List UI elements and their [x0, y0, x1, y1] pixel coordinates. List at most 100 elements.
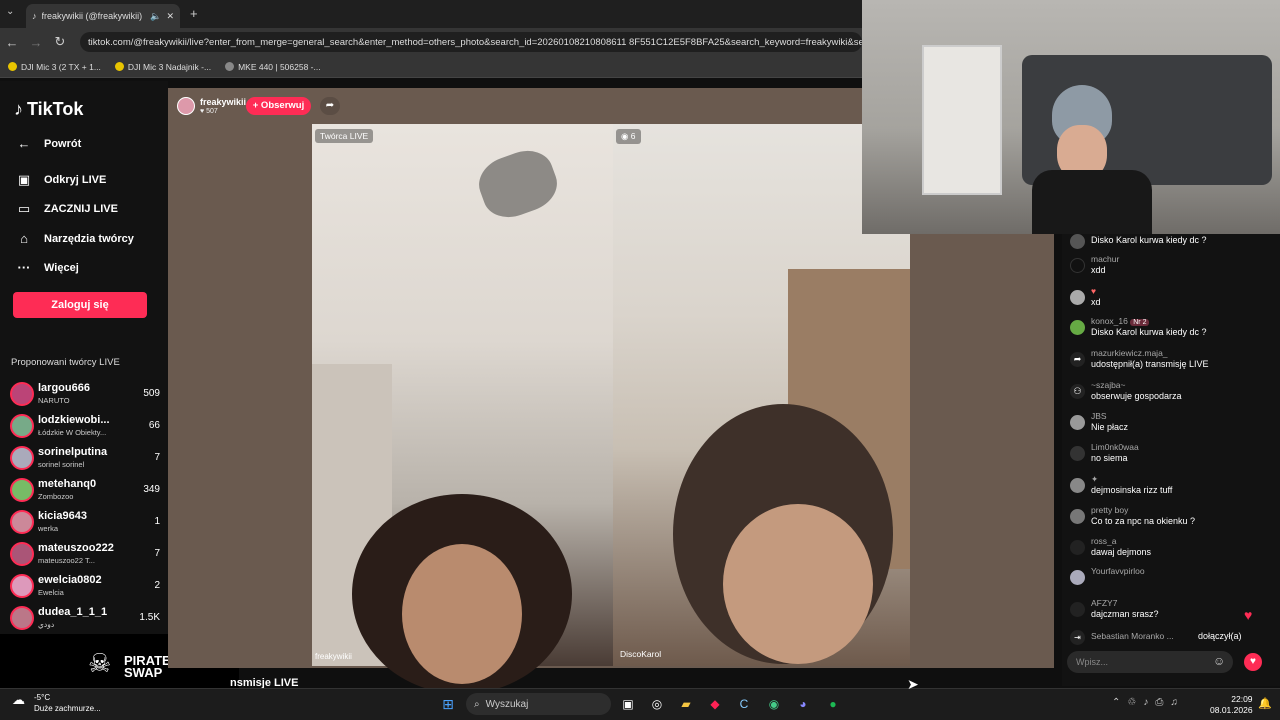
spotify-icon[interactable]: ● — [823, 694, 843, 714]
username[interactable]: Yourfavvpirloo — [1091, 566, 1145, 576]
back-button[interactable]: ← Powrót — [16, 136, 82, 151]
tiktok-logo[interactable]: ♪ TikTok — [14, 99, 83, 120]
username[interactable]: pretty boy — [1091, 505, 1128, 515]
bookmark-2[interactable]: DJI Mic 3 Nadajnik -... — [114, 62, 211, 72]
nav-start-live[interactable]: ▭ ZACZNIJ LIVE — [16, 201, 118, 217]
heart-icon: ♥ — [1244, 607, 1253, 623]
chat-input[interactable]: Wpisz... — [1067, 651, 1233, 673]
creator-row[interactable]: dudea_1_1_1 دودي 1.5K — [10, 604, 160, 636]
avatar — [10, 574, 34, 598]
chat-message: AFZY7 dajczman srasz? — [1070, 598, 1270, 624]
bookmark-3[interactable]: MKE 440 | 506258 -... — [225, 62, 321, 72]
avatar — [10, 446, 34, 470]
message-text: obserwuje gospodarza — [1091, 391, 1182, 401]
avatar — [10, 606, 34, 630]
creator-row[interactable]: metehanq0 Zombozoo 349 — [10, 476, 160, 508]
chrome-icon[interactable]: ◉ — [764, 694, 784, 714]
share-icon: ➦ — [1070, 352, 1085, 367]
creator-row[interactable]: sorinelputina sorinel sorinel 7 — [10, 444, 160, 476]
follow-button[interactable]: + Obserwuj — [246, 97, 311, 115]
app-icon[interactable]: ◎ — [647, 694, 667, 714]
like-button[interactable]: ♥ — [1244, 653, 1262, 671]
new-tab-button[interactable]: + — [190, 6, 198, 21]
chat-message: ➦ mazurkiewicz.maja_ udostępnił(a) transmi… — [1070, 348, 1270, 374]
viewer-count: 1 — [154, 516, 160, 527]
avatar — [1070, 509, 1085, 524]
creator-row[interactable]: mateuszoo222 mateuszoo22 T... 7 — [10, 540, 160, 572]
bookmarks-bar: DJI Mic 3 (2 TX + 1... DJI Mic 3 Nadajni… — [0, 56, 862, 78]
message-text: dołączył(a) — [1198, 631, 1242, 641]
notification-icon[interactable]: 🔔 — [1258, 697, 1272, 710]
share-icon[interactable]: ➦ — [320, 97, 340, 115]
avatar — [10, 414, 34, 438]
forward-icon[interactable]: → — [24, 35, 48, 50]
nav-more[interactable]: ··· Więcej — [16, 260, 79, 275]
avatar — [1070, 290, 1085, 305]
host-name[interactable]: freakywikii — [200, 97, 246, 107]
creator-sub: mateuszoo22 T... — [38, 556, 95, 565]
task-view-icon[interactable]: ▣ — [618, 694, 638, 714]
search-label: Wyszukaj — [485, 698, 529, 710]
shirt-shape — [1032, 170, 1152, 234]
avatar — [1070, 570, 1085, 585]
creator-row[interactable]: lodzkiewobi... Łódzkie W Obiekty... 66 — [10, 412, 160, 444]
viewer-badge: ◉ 6 — [616, 129, 641, 144]
lamp-shape — [472, 142, 564, 226]
back-icon[interactable]: ← — [0, 35, 24, 50]
speaker-icon[interactable]: 🔈 — [150, 11, 161, 22]
username[interactable]: mazurkiewicz.maja_ — [1091, 348, 1168, 358]
badge-icons: ♥ — [1091, 286, 1097, 296]
username[interactable]: JBS — [1091, 411, 1107, 421]
video-left[interactable]: Twórca LIVE freakywikii — [312, 124, 613, 694]
join-icon: ⇥ — [1070, 630, 1085, 645]
taskbar-search[interactable]: ⌕ Wyszukaj — [466, 693, 611, 715]
close-icon[interactable]: ✕ — [166, 11, 174, 22]
viewer-count: 66 — [148, 420, 160, 431]
creator-row[interactable]: kicia9643 werka 1 — [10, 508, 160, 540]
tray-icons[interactable]: ⌃♲♪⎙♫ — [1112, 697, 1185, 708]
creator-sub: sorinel sorinel — [38, 460, 85, 469]
creator-row[interactable]: largou666 NARUTO 509 — [10, 380, 160, 412]
nav-label: Więcej — [44, 261, 79, 274]
emoji-icon[interactable]: ☺ — [1213, 654, 1225, 668]
mouse-cursor-icon: ➤ — [907, 676, 919, 692]
logo-text: TikTok — [27, 99, 84, 119]
bookmark-1[interactable]: DJI Mic 3 (2 TX + 1... — [8, 62, 101, 72]
brave-icon[interactable]: ◆ — [705, 694, 725, 714]
username[interactable]: AFZY7 — [1091, 598, 1117, 608]
weather-desc: Duże zachmurze... — [34, 704, 101, 713]
windows-start-icon[interactable]: ⊞ — [438, 694, 458, 714]
reload-icon[interactable]: ↻ — [48, 34, 72, 50]
message-text: xd — [1091, 297, 1101, 307]
nav-creator-tools[interactable]: ⌂ Narzędzia twórcy — [16, 231, 134, 246]
nav-discover-live[interactable]: ▣ Odkryj LIVE — [16, 172, 107, 188]
tab-search-icon[interactable]: ⌄ — [6, 6, 14, 17]
login-button[interactable]: Zaloguj się — [13, 292, 147, 318]
username[interactable]: konox_16 Nr 2 — [1091, 316, 1150, 326]
file-explorer-icon[interactable]: ▰ — [676, 694, 696, 714]
message-text: Nie płacz — [1091, 422, 1129, 432]
avatar — [1070, 540, 1085, 555]
username[interactable]: Sebastian Moranko ... — [1091, 631, 1174, 641]
chat-message: Lim0nk0waa no siema — [1070, 442, 1270, 468]
ccleaner-icon[interactable]: C — [734, 694, 754, 714]
message-text: Co to za npc na okienku ? — [1091, 516, 1196, 526]
viewer-count: 7 — [154, 548, 160, 559]
message-text: xdd — [1091, 265, 1106, 275]
avatar — [10, 382, 34, 406]
creator-row[interactable]: ewelcia0802 Ewelcia 2 — [10, 572, 160, 604]
username[interactable]: machur — [1091, 254, 1119, 264]
username[interactable]: Lim0nk0waa — [1091, 442, 1139, 452]
calendar-icon: ▣ — [17, 172, 31, 187]
url-field[interactable]: tiktok.com/@freakywikii/live?enter_from_… — [80, 32, 862, 52]
creator-name: mateuszoo222 — [38, 542, 114, 554]
chat-message: ⇥ Sebastian Moranko ... dołączył(a) — [1070, 630, 1270, 645]
username[interactable]: ~szajba~ — [1091, 380, 1126, 390]
weather-widget[interactable]: ☁ -5°C Duże zachmurze... — [12, 692, 101, 714]
username[interactable]: ross_a — [1091, 536, 1117, 546]
browser-tab[interactable]: ♪ freakywikii (@freakywikii) p 🔈 ✕ — [26, 4, 180, 28]
address-bar-row: ← → ↻ tiktok.com/@freakywikii/live?enter… — [0, 28, 862, 56]
clock[interactable]: 22:09 08.01.2026 — [1210, 694, 1253, 716]
host-avatar[interactable] — [177, 97, 195, 115]
discord-icon[interactable]: ◕ — [793, 694, 813, 714]
